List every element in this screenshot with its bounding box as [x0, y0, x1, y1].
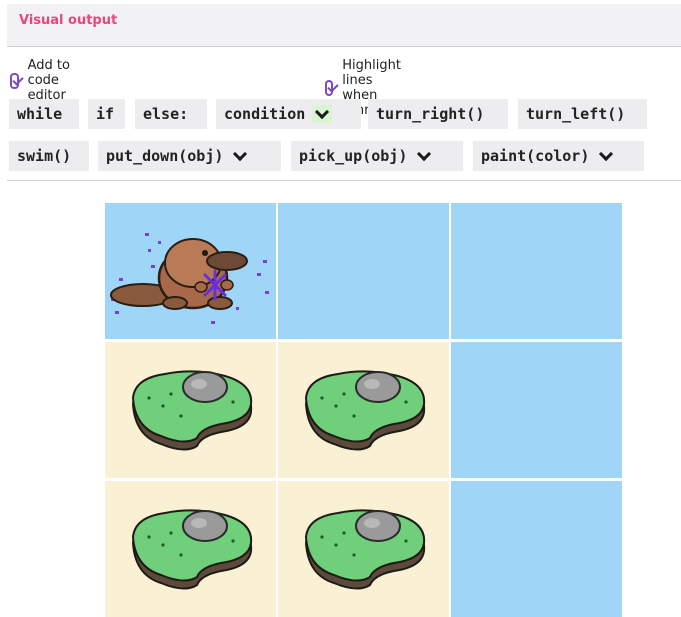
- add-to-code-editor-option[interactable]: Add to code editor: [10, 58, 73, 103]
- grid-cell-water: [105, 203, 276, 339]
- swim-block-label: swim(): [17, 147, 72, 165]
- add-to-code-editor-checkbox[interactable]: [10, 72, 19, 89]
- grid-cell-water: [451, 481, 622, 617]
- if-block[interactable]: if: [88, 99, 125, 129]
- island-icon: [131, 370, 253, 451]
- pick-up-block[interactable]: pick_up(obj): [291, 141, 463, 171]
- grid-cell-sand: [105, 481, 276, 617]
- island-icon: [304, 509, 426, 590]
- visual-output-header: Visual output: [7, 4, 681, 47]
- turn-right-block-label: turn_right(): [376, 105, 485, 123]
- turn-left-block[interactable]: turn_left(): [518, 99, 647, 129]
- chevron-down-icon[interactable]: [230, 147, 250, 165]
- swim-block[interactable]: swim(): [9, 141, 89, 171]
- turn-right-block[interactable]: turn_right(): [368, 99, 508, 129]
- put-down-block-label: put_down(obj): [106, 147, 224, 165]
- grid-cell-water: [278, 203, 449, 339]
- while-block[interactable]: while: [9, 99, 79, 129]
- world-grid: [105, 203, 622, 617]
- grid-cell-sand: [278, 481, 449, 617]
- grid-cell-water: [451, 203, 622, 339]
- pick-up-block-label: pick_up(obj): [299, 147, 408, 165]
- condition-block[interactable]: condition: [216, 99, 361, 129]
- chevron-down-icon[interactable]: [312, 105, 333, 123]
- add-to-code-editor-label: Add to code editor: [27, 58, 70, 103]
- paint-block[interactable]: paint(color): [473, 141, 644, 171]
- platypus-icon: [110, 233, 269, 324]
- chevron-down-icon[interactable]: [414, 147, 434, 165]
- island-icon: [304, 370, 426, 451]
- turn-left-block-label: turn_left(): [526, 105, 626, 123]
- condition-block-label: condition: [224, 105, 306, 123]
- chevron-down-icon[interactable]: [596, 147, 616, 165]
- highlight-lines-checkbox[interactable]: [325, 80, 334, 96]
- if-block-label: if: [96, 105, 115, 123]
- else-block-label: else:: [143, 105, 189, 123]
- grid-cell-water: [451, 342, 622, 478]
- grid-cell-sand: [278, 342, 449, 478]
- else-block[interactable]: else:: [135, 99, 207, 129]
- island-icon: [131, 509, 253, 590]
- while-block-label: while: [17, 105, 63, 123]
- divider: [7, 180, 681, 181]
- paint-block-label: paint(color): [481, 147, 590, 165]
- put-down-block[interactable]: put_down(obj): [98, 141, 281, 171]
- grid-cell-sand: [105, 342, 276, 478]
- panel-title: Visual output: [19, 13, 118, 28]
